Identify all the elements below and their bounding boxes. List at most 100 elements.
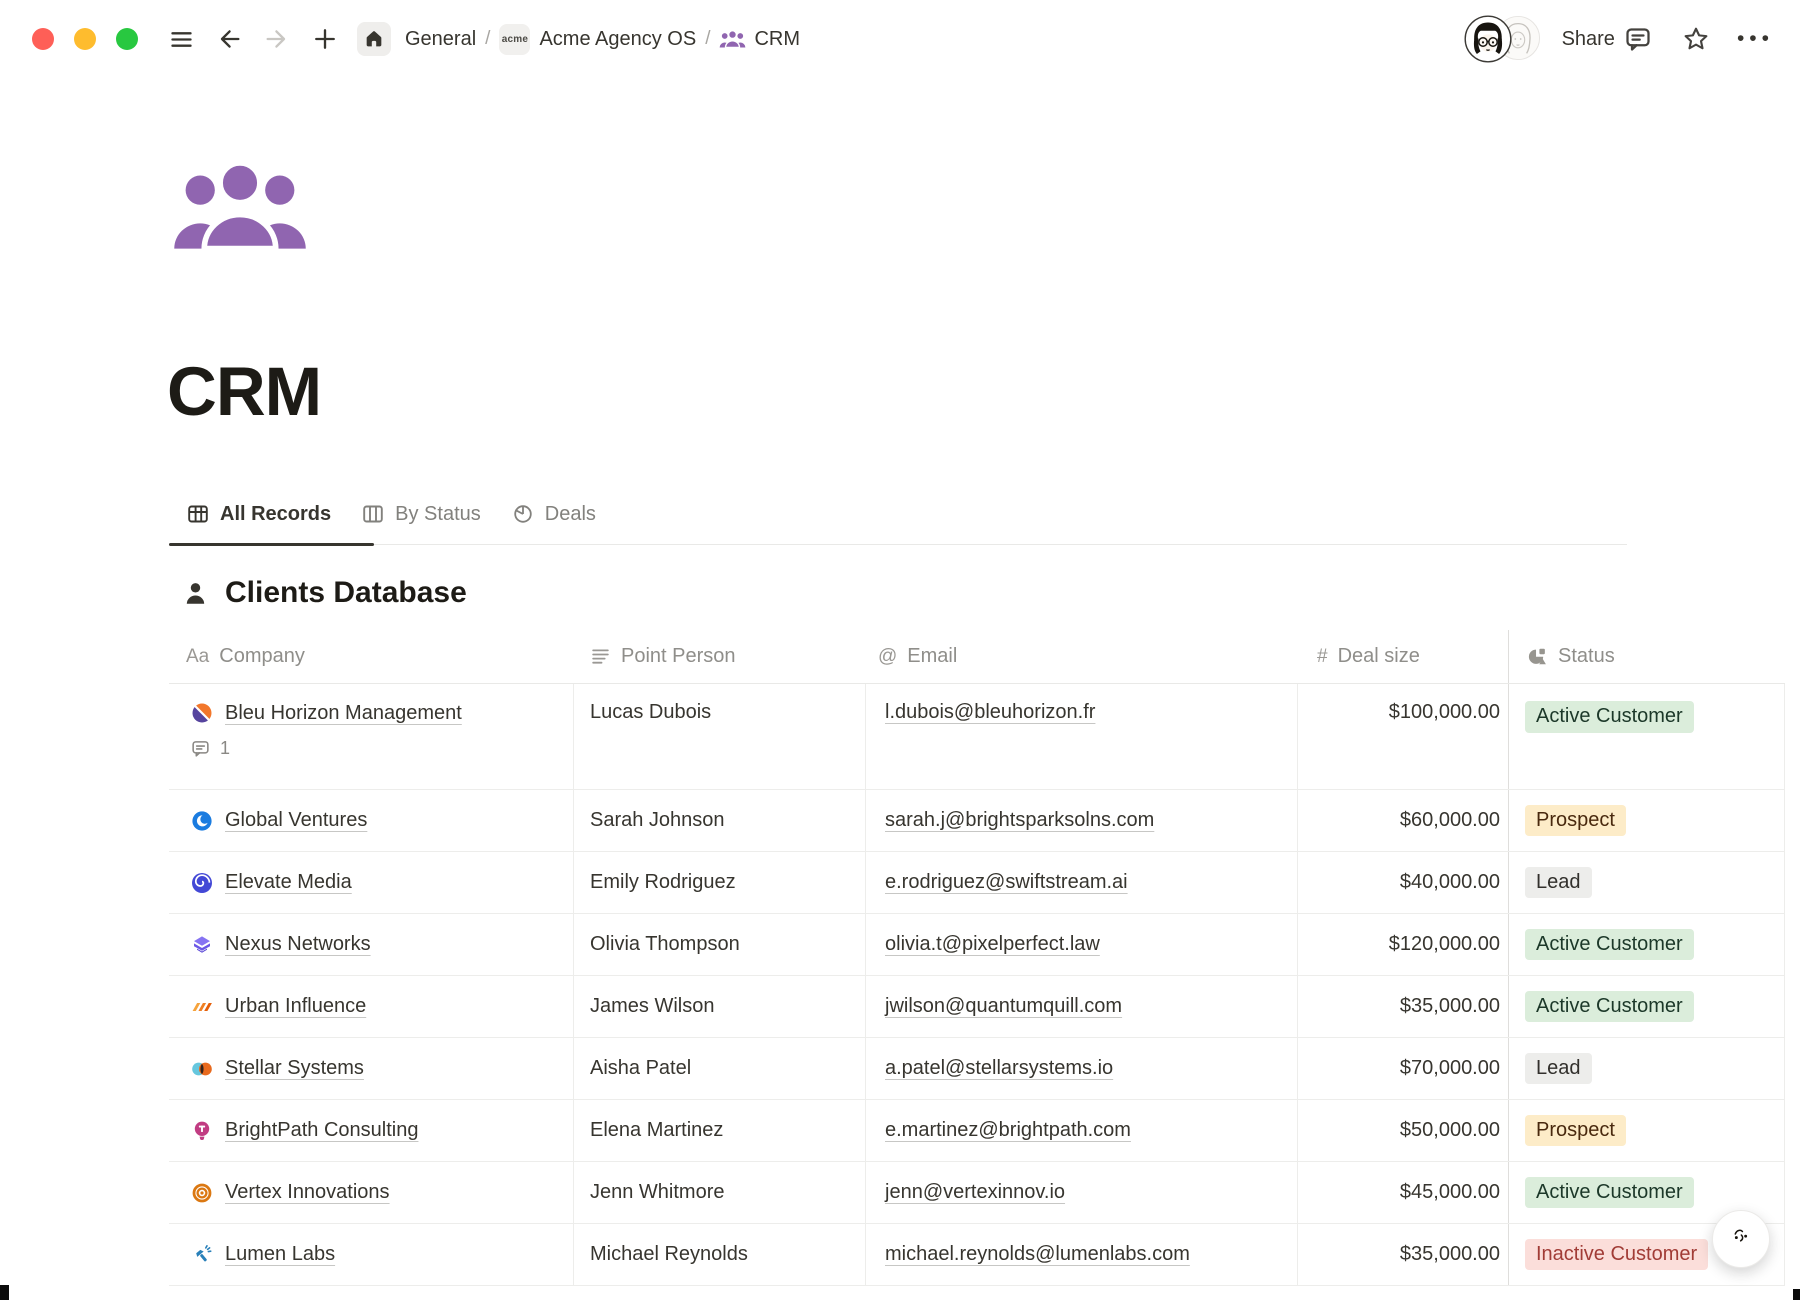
company-cell[interactable]: Bleu Horizon Management bbox=[190, 701, 462, 725]
company-cell[interactable]: Elevate Media bbox=[190, 871, 352, 895]
company-name[interactable]: Nexus Networks bbox=[225, 933, 371, 956]
column-header-point-person[interactable]: Point Person bbox=[574, 630, 866, 683]
status-badge[interactable]: Active Customer bbox=[1525, 991, 1694, 1023]
deal-size-cell[interactable]: $60,000.00 bbox=[1298, 790, 1509, 851]
status-badge[interactable]: Active Customer bbox=[1525, 701, 1694, 733]
email-value[interactable]: e.rodriguez@swiftstream.ai bbox=[885, 871, 1128, 894]
sidebar-menu-icon[interactable] bbox=[168, 26, 195, 53]
minimize-window-button[interactable] bbox=[74, 28, 96, 50]
page-icon-people[interactable] bbox=[171, 155, 309, 261]
comments-icon[interactable] bbox=[1623, 24, 1653, 54]
company-cell[interactable]: BrightPath Consulting bbox=[190, 1119, 418, 1143]
new-page-icon[interactable] bbox=[311, 25, 339, 53]
status-badge[interactable]: Lead bbox=[1525, 867, 1592, 899]
company-cell[interactable]: Nexus Networks bbox=[190, 933, 371, 957]
zoom-window-button[interactable] bbox=[116, 28, 138, 50]
deal-size-cell[interactable]: $120,000.00 bbox=[1298, 914, 1509, 975]
email-cell[interactable]: olivia.t@pixelperfect.law bbox=[866, 914, 1298, 975]
point-person-cell[interactable]: Michael Reynolds bbox=[574, 1224, 866, 1285]
email-value[interactable]: michael.reynolds@lumenlabs.com bbox=[885, 1243, 1190, 1266]
email-cell[interactable]: jwilson@quantumquill.com bbox=[866, 976, 1298, 1037]
point-person-cell[interactable]: Lucas Dubois bbox=[574, 684, 866, 789]
email-value[interactable]: olivia.t@pixelperfect.law bbox=[885, 933, 1100, 956]
point-person-cell[interactable]: Aisha Patel bbox=[574, 1038, 866, 1099]
share-button[interactable]: Share bbox=[1562, 28, 1615, 51]
email-value[interactable]: jenn@vertexinnov.io bbox=[885, 1181, 1065, 1204]
deal-size-cell[interactable]: $45,000.00 bbox=[1298, 1162, 1509, 1223]
breadcrumb-root[interactable]: General bbox=[405, 28, 476, 51]
notion-ai-button[interactable] bbox=[1712, 1210, 1770, 1268]
email-cell[interactable]: e.rodriguez@swiftstream.ai bbox=[866, 852, 1298, 913]
status-badge[interactable]: Prospect bbox=[1525, 1115, 1626, 1147]
column-header-email[interactable]: @ Email bbox=[866, 630, 1298, 683]
breadcrumb-workspace[interactable]: Acme Agency OS bbox=[539, 28, 696, 51]
company-cell[interactable]: Urban Influence bbox=[190, 995, 366, 1019]
point-person-cell[interactable]: James Wilson bbox=[574, 976, 866, 1037]
company-cell[interactable]: Lumen Labs bbox=[190, 1243, 335, 1267]
email-value[interactable]: l.dubois@bleuhorizon.fr bbox=[885, 701, 1095, 724]
column-header-status[interactable]: Status bbox=[1509, 630, 1785, 683]
deal-size-cell[interactable]: $70,000.00 bbox=[1298, 1038, 1509, 1099]
comment-indicator[interactable]: 1 bbox=[190, 738, 230, 759]
status-cell[interactable]: Prospect bbox=[1509, 1100, 1785, 1161]
deal-size-cell[interactable]: $35,000.00 bbox=[1298, 976, 1509, 1037]
collaborator-avatars[interactable] bbox=[1464, 15, 1542, 63]
more-options-icon[interactable]: ••• bbox=[1737, 27, 1776, 51]
forward-icon[interactable] bbox=[263, 25, 291, 53]
email-value[interactable]: sarah.j@brightsparksolns.com bbox=[885, 809, 1154, 832]
tab-all-records[interactable]: All Records bbox=[186, 502, 331, 526]
email-cell[interactable]: sarah.j@brightsparksolns.com bbox=[866, 790, 1298, 851]
status-badge[interactable]: Lead bbox=[1525, 1053, 1592, 1085]
home-button[interactable] bbox=[357, 22, 391, 56]
point-person-cell[interactable]: Elena Martinez bbox=[574, 1100, 866, 1161]
status-cell[interactable]: Active Customer bbox=[1509, 684, 1785, 789]
deal-size-cell[interactable]: $50,000.00 bbox=[1298, 1100, 1509, 1161]
status-badge[interactable]: Inactive Customer bbox=[1525, 1239, 1708, 1271]
deal-size-cell[interactable]: $40,000.00 bbox=[1298, 852, 1509, 913]
point-person-cell[interactable]: Sarah Johnson bbox=[574, 790, 866, 851]
column-header-company[interactable]: Aa Company bbox=[169, 630, 574, 683]
favorite-star-icon[interactable] bbox=[1681, 24, 1711, 54]
email-cell[interactable]: jenn@vertexinnov.io bbox=[866, 1162, 1298, 1223]
status-cell[interactable]: Active Customer bbox=[1509, 914, 1785, 975]
point-person-cell[interactable]: Jenn Whitmore bbox=[574, 1162, 866, 1223]
company-name[interactable]: Stellar Systems bbox=[225, 1057, 364, 1080]
point-person-cell[interactable]: Olivia Thompson bbox=[574, 914, 866, 975]
deal-size-cell[interactable]: $100,000.00 bbox=[1298, 684, 1509, 789]
company-cell[interactable]: Vertex Innovations bbox=[190, 1181, 390, 1205]
email-cell[interactable]: michael.reynolds@lumenlabs.com bbox=[866, 1224, 1298, 1285]
tab-deals[interactable]: Deals bbox=[511, 502, 596, 526]
company-cell[interactable]: Stellar Systems bbox=[190, 1057, 364, 1081]
company-name[interactable]: Lumen Labs bbox=[225, 1243, 335, 1266]
column-header-deal-size[interactable]: # Deal size bbox=[1298, 630, 1509, 683]
company-name[interactable]: Bleu Horizon Management bbox=[225, 702, 462, 725]
database-title[interactable]: Clients Database bbox=[225, 576, 467, 610]
page-title[interactable]: CRM bbox=[167, 352, 321, 431]
close-window-button[interactable] bbox=[32, 28, 54, 50]
company-name[interactable]: BrightPath Consulting bbox=[225, 1119, 418, 1142]
company-name[interactable]: Global Ventures bbox=[225, 809, 367, 832]
status-badge[interactable]: Active Customer bbox=[1525, 1177, 1694, 1209]
status-cell[interactable]: Lead bbox=[1509, 1038, 1785, 1099]
company-name[interactable]: Elevate Media bbox=[225, 871, 352, 894]
email-cell[interactable]: e.martinez@brightpath.com bbox=[866, 1100, 1298, 1161]
email-value[interactable]: e.martinez@brightpath.com bbox=[885, 1119, 1131, 1142]
tab-by-status[interactable]: By Status bbox=[361, 502, 481, 526]
email-cell[interactable]: l.dubois@bleuhorizon.fr bbox=[866, 684, 1298, 789]
status-badge[interactable]: Prospect bbox=[1525, 805, 1626, 837]
company-cell[interactable]: Global Ventures bbox=[190, 809, 367, 833]
email-value[interactable]: jwilson@quantumquill.com bbox=[885, 995, 1122, 1018]
company-name[interactable]: Vertex Innovations bbox=[225, 1181, 390, 1204]
status-badge[interactable]: Active Customer bbox=[1525, 929, 1694, 961]
email-cell[interactable]: a.patel@stellarsystems.io bbox=[866, 1038, 1298, 1099]
email-value[interactable]: a.patel@stellarsystems.io bbox=[885, 1057, 1113, 1080]
breadcrumb-page[interactable]: CRM bbox=[719, 28, 800, 51]
status-cell[interactable]: Lead bbox=[1509, 852, 1785, 913]
status-cell[interactable]: Prospect bbox=[1509, 790, 1785, 851]
company-name[interactable]: Urban Influence bbox=[225, 995, 366, 1018]
status-cell[interactable]: Active Customer bbox=[1509, 976, 1785, 1037]
back-icon[interactable] bbox=[215, 25, 243, 53]
point-person-cell[interactable]: Emily Rodriguez bbox=[574, 852, 866, 913]
deal-size-cell[interactable]: $35,000.00 bbox=[1298, 1224, 1509, 1285]
global-ventures-logo-icon bbox=[190, 809, 214, 833]
